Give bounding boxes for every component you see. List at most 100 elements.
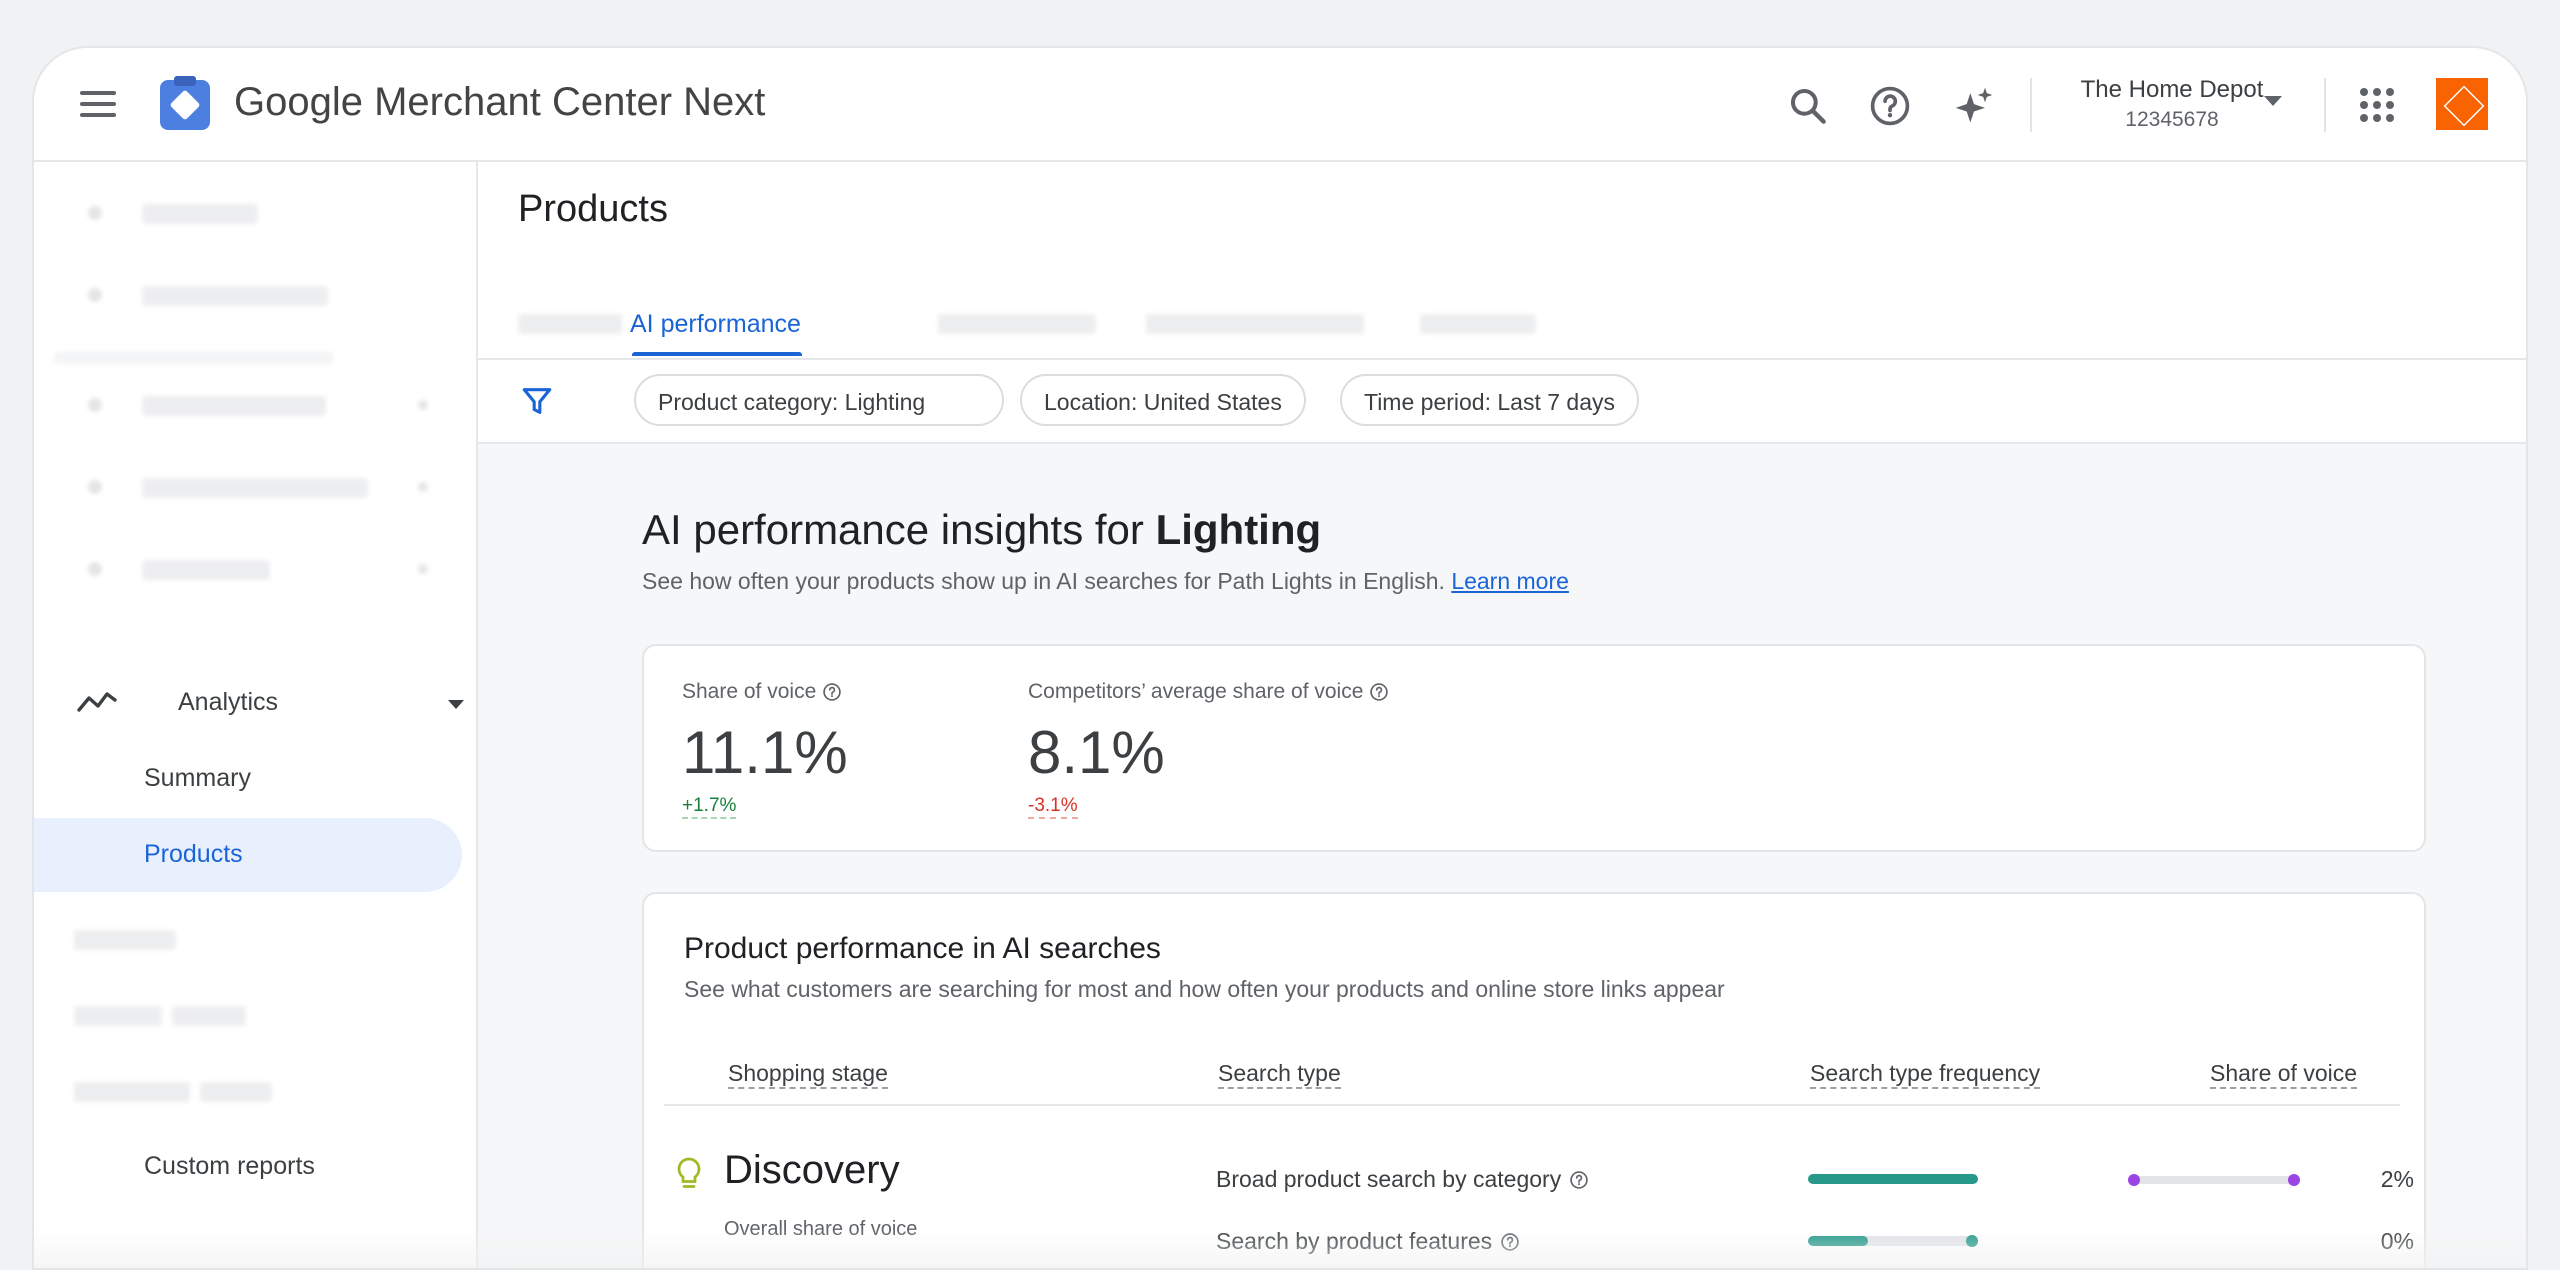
app-window: Google Merchant Center Next The Home Dep… xyxy=(32,46,2528,1270)
insights-heading-prefix: AI performance insights for xyxy=(642,506,1144,553)
analytics-trend-icon xyxy=(77,692,117,712)
blurred-nav-item xyxy=(74,1082,190,1102)
divider xyxy=(2030,78,2032,132)
app-title: Google Merchant Center Next xyxy=(234,80,765,125)
blurred-caret xyxy=(418,400,428,410)
help-icon[interactable] xyxy=(1569,1170,1589,1190)
sidebar-item-analytics[interactable]: Analytics xyxy=(76,682,466,722)
column-header-search-type[interactable]: Search type xyxy=(1218,1060,1341,1089)
sidebar-item-label: Analytics xyxy=(178,688,279,716)
metric-delta: +1.7% xyxy=(682,795,737,819)
metric-delta: -3.1% xyxy=(1028,795,1078,819)
dropdown-caret-icon[interactable] xyxy=(2264,96,2282,106)
sidebar-item-custom-reports[interactable]: Custom reports xyxy=(34,1130,462,1204)
frequency-fill xyxy=(1808,1174,1978,1184)
filter-chip-location[interactable]: Location: United States xyxy=(1020,374,1306,426)
learn-more-link[interactable]: Learn more xyxy=(1451,568,1569,594)
insights-subtitle-text: See how often your products show up in A… xyxy=(642,568,1445,594)
main-content: Products AI performance Product category… xyxy=(478,162,2526,1268)
page-title: Products xyxy=(518,188,668,230)
store-logo-avatar[interactable] xyxy=(2436,78,2488,130)
search-type-label: Search by product features xyxy=(1216,1228,1520,1255)
apps-grid-icon[interactable] xyxy=(2360,88,2394,122)
blurred-tab[interactable] xyxy=(938,314,1096,334)
sidebar-item-label: Custom reports xyxy=(144,1152,315,1180)
share-of-voice-start-dot xyxy=(2128,1174,2140,1186)
account-name: The Home Depot xyxy=(2080,76,2264,103)
blurred-tab[interactable] xyxy=(518,314,622,334)
sidebar-item-summary[interactable]: Summary xyxy=(34,742,462,816)
performance-subtitle: See what customers are searching for mos… xyxy=(684,976,1725,1002)
help-icon[interactable] xyxy=(1369,682,1389,702)
share-of-voice-end-dot xyxy=(2288,1174,2300,1186)
insights-subtitle: See how often your products show up in A… xyxy=(642,568,1569,595)
lightbulb-icon xyxy=(677,1157,701,1188)
column-header-shopping-stage[interactable]: Shopping stage xyxy=(728,1060,888,1089)
blurred-nav-item xyxy=(200,1082,272,1102)
search-type-label: Broad product search by category xyxy=(1216,1166,1589,1193)
metric-label: Share of voice xyxy=(682,680,817,703)
blurred-nav-item xyxy=(172,1006,246,1026)
search-type-text: Broad product search by category xyxy=(1216,1166,1562,1192)
column-header-share-of-voice[interactable]: Share of voice xyxy=(2210,1060,2358,1089)
insights-heading-category: Lighting xyxy=(1155,506,1322,553)
metric-share-of-voice: Share of voice 11.1% +1.7% xyxy=(682,680,848,819)
frequency-fill xyxy=(1808,1236,1868,1246)
blurred-caret xyxy=(418,564,428,574)
chevron-down-icon xyxy=(448,700,464,709)
active-tab-indicator xyxy=(632,352,802,356)
merchant-center-logo-icon xyxy=(160,76,210,130)
sidebar-item-products[interactable]: Products xyxy=(34,818,462,892)
blurred-nav-icon xyxy=(88,288,102,302)
app-title-brand: Google xyxy=(234,80,363,124)
blurred-nav-item xyxy=(74,1006,162,1026)
share-of-voice-range-bar xyxy=(2128,1174,2300,1186)
blurred-caret xyxy=(418,482,428,492)
blurred-nav-item xyxy=(142,560,270,580)
share-of-voice-card: Share of voice 11.1% +1.7% Competitors’ … xyxy=(642,644,2426,852)
sidebar-item-label: Products xyxy=(144,840,243,868)
metric-value: 8.1% xyxy=(1028,719,1165,786)
filter-bar: Product category: Lighting Location: Uni… xyxy=(478,360,2526,444)
blurred-nav-item xyxy=(142,478,368,498)
metric-competitors-share-of-voice: Competitors’ average share of voice 8.1%… xyxy=(1028,680,1389,819)
tab-bar: AI performance xyxy=(478,262,2526,360)
filter-chip-time-period[interactable]: Time period: Last 7 days xyxy=(1340,374,1639,426)
help-icon[interactable] xyxy=(1868,84,1912,128)
tab-ai-performance[interactable]: AI performance xyxy=(630,310,801,339)
search-type-text: Search by product features xyxy=(1216,1228,1493,1254)
blurred-tab[interactable] xyxy=(1146,314,1364,334)
help-icon[interactable] xyxy=(1500,1232,1520,1252)
shopping-stage-name: Discovery xyxy=(724,1148,900,1192)
blurred-nav-item xyxy=(74,930,176,950)
account-switcher[interactable]: The Home Depot 12345678 xyxy=(2062,76,2282,132)
filter-icon[interactable] xyxy=(520,384,554,418)
table-header-divider xyxy=(664,1104,2400,1106)
performance-title: Product performance in AI searches xyxy=(684,932,1161,965)
column-header-search-type-frequency[interactable]: Search type frequency xyxy=(1810,1060,2041,1089)
account-id: 12345678 xyxy=(2125,108,2219,131)
blurred-tab[interactable] xyxy=(1420,314,1536,334)
share-of-voice-value: 0% xyxy=(2380,1228,2414,1254)
filter-chip-product-category[interactable]: Product category: Lighting xyxy=(634,374,1004,426)
insights-heading: AI performance insights for Lighting xyxy=(642,506,1321,554)
blurred-nav-icon xyxy=(88,562,102,576)
blurred-nav-icon xyxy=(88,480,102,494)
blurred-nav-item xyxy=(142,396,326,416)
product-performance-card: Product performance in AI searches See w… xyxy=(642,892,2426,1268)
metric-value: 11.1% xyxy=(682,719,848,786)
top-app-bar: Google Merchant Center Next The Home Dep… xyxy=(34,48,2526,162)
search-icon[interactable] xyxy=(1786,84,1830,128)
metric-label: Competitors’ average share of voice xyxy=(1028,680,1364,703)
sidebar-item-label: Summary xyxy=(144,764,251,792)
sidebar-nav: Analytics Summary Products Custom report… xyxy=(34,162,478,1268)
sparkle-icon[interactable] xyxy=(1952,84,1996,128)
help-icon[interactable] xyxy=(822,682,842,702)
search-type-frequency-bar xyxy=(1808,1174,1978,1184)
blurred-nav-icon xyxy=(88,206,102,220)
frequency-end-dot xyxy=(1966,1235,1978,1247)
app-title-product: Merchant Center Next xyxy=(374,80,766,124)
blurred-nav-icon xyxy=(88,398,102,412)
insights-content: AI performance insights for Lighting See… xyxy=(478,444,2526,1268)
menu-icon[interactable] xyxy=(76,84,120,120)
